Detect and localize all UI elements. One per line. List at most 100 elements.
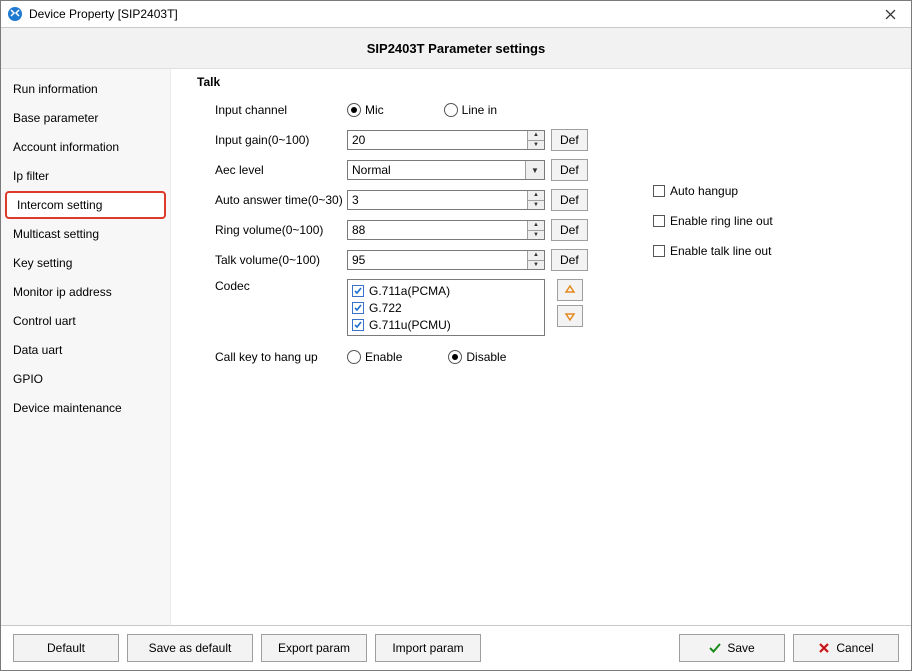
checkbox-auto-hangup[interactable]: Auto hangup bbox=[653, 176, 738, 206]
default-button[interactable]: Default bbox=[13, 634, 119, 662]
close-icon bbox=[818, 642, 830, 654]
spin-down-icon[interactable]: ▼ bbox=[528, 231, 544, 240]
sidebar-item-account-information[interactable]: Account information bbox=[1, 133, 170, 161]
sidebar-item-monitor-ip-address[interactable]: Monitor ip address bbox=[1, 278, 170, 306]
radio-label: Disable bbox=[466, 350, 506, 364]
ring-volume-field[interactable] bbox=[348, 221, 527, 239]
sidebar-item-label: Monitor ip address bbox=[13, 285, 112, 299]
row-input-gain: Input gain(0~100) ▲▼ Def bbox=[197, 125, 897, 155]
spin-up-icon[interactable]: ▲ bbox=[528, 221, 544, 231]
arrow-down-icon bbox=[564, 310, 576, 322]
checkbox-icon bbox=[653, 185, 665, 197]
sidebar-item-key-setting[interactable]: Key setting bbox=[1, 249, 170, 277]
checkbox-icon bbox=[653, 215, 665, 227]
sidebar-item-label: Device maintenance bbox=[13, 401, 122, 415]
talk-volume-field[interactable] bbox=[348, 251, 527, 269]
def-button-aec-level[interactable]: Def bbox=[551, 159, 588, 181]
checkbox-enable-ring-line-out[interactable]: Enable ring line out bbox=[653, 206, 773, 236]
radio-input-channel-mic[interactable]: Mic bbox=[347, 103, 384, 117]
save-as-default-button[interactable]: Save as default bbox=[127, 634, 253, 662]
radio-unselected-icon bbox=[347, 350, 361, 364]
row-auto-answer-time: Auto answer time(0~30) ▲▼ Def Auto hangu… bbox=[197, 185, 897, 215]
radio-input-channel-linein[interactable]: Line in bbox=[444, 103, 497, 117]
sidebar-item-control-uart[interactable]: Control uart bbox=[1, 307, 170, 335]
sidebar-item-label: GPIO bbox=[13, 372, 43, 386]
codec-item[interactable]: G.722 bbox=[348, 299, 544, 316]
checkbox-label: Enable talk line out bbox=[670, 244, 771, 258]
sidebar-item-label: Intercom setting bbox=[17, 198, 102, 212]
auto-answer-time-field[interactable] bbox=[348, 191, 527, 209]
talk-volume-spinner[interactable]: ▲▼ bbox=[347, 250, 545, 270]
spin-buttons[interactable]: ▲▼ bbox=[527, 131, 544, 149]
close-button[interactable] bbox=[869, 1, 911, 27]
codec-item-label: G.722 bbox=[369, 301, 402, 315]
cancel-button[interactable]: Cancel bbox=[793, 634, 899, 662]
sidebar: Run information Base parameter Account i… bbox=[1, 69, 171, 625]
codec-item-label: G.711a(PCMA) bbox=[369, 284, 450, 298]
label-aec-level: Aec level bbox=[197, 163, 347, 177]
spin-down-icon[interactable]: ▼ bbox=[528, 201, 544, 210]
def-button-input-gain[interactable]: Def bbox=[551, 129, 588, 151]
sidebar-item-device-maintenance[interactable]: Device maintenance bbox=[1, 394, 170, 422]
sidebar-item-label: Data uart bbox=[13, 343, 62, 357]
checkbox-label: Auto hangup bbox=[670, 184, 738, 198]
spin-down-icon[interactable]: ▼ bbox=[528, 141, 544, 150]
spin-up-icon[interactable]: ▲ bbox=[528, 131, 544, 141]
sidebar-item-intercom-setting[interactable]: Intercom setting bbox=[5, 191, 166, 219]
radio-label: Line in bbox=[462, 103, 497, 117]
aec-level-field[interactable] bbox=[348, 161, 525, 179]
button-label: Save bbox=[727, 641, 754, 655]
def-button-auto-answer-time[interactable]: Def bbox=[551, 189, 588, 211]
chevron-down-icon[interactable]: ▼ bbox=[525, 161, 544, 179]
def-button-talk-volume[interactable]: Def bbox=[551, 249, 588, 271]
button-label: Cancel bbox=[836, 641, 873, 655]
save-button[interactable]: Save bbox=[679, 634, 785, 662]
input-gain-spinner[interactable]: ▲▼ bbox=[347, 130, 545, 150]
checkbox-icon bbox=[653, 245, 665, 257]
sidebar-item-label: Multicast setting bbox=[13, 227, 99, 241]
auto-answer-time-spinner[interactable]: ▲▼ bbox=[347, 190, 545, 210]
sidebar-item-data-uart[interactable]: Data uart bbox=[1, 336, 170, 364]
button-label: Default bbox=[47, 641, 85, 655]
sidebar-item-base-parameter[interactable]: Base parameter bbox=[1, 104, 170, 132]
spin-buttons[interactable]: ▲▼ bbox=[527, 191, 544, 209]
checkbox-icon bbox=[352, 302, 364, 314]
aec-level-combobox[interactable]: ▼ bbox=[347, 160, 545, 180]
codec-move-down-button[interactable] bbox=[557, 305, 583, 327]
sidebar-item-label: Run information bbox=[13, 82, 98, 96]
def-button-ring-volume[interactable]: Def bbox=[551, 219, 588, 241]
sidebar-item-label: Ip filter bbox=[13, 169, 49, 183]
radio-call-key-enable[interactable]: Enable bbox=[347, 350, 402, 364]
codec-move-up-button[interactable] bbox=[557, 279, 583, 301]
sidebar-item-run-information[interactable]: Run information bbox=[1, 75, 170, 103]
label-input-gain: Input gain(0~100) bbox=[197, 133, 347, 147]
spin-down-icon[interactable]: ▼ bbox=[528, 261, 544, 270]
codec-item[interactable]: G.711a(PCMA) bbox=[348, 282, 544, 299]
sidebar-item-ip-filter[interactable]: Ip filter bbox=[1, 162, 170, 190]
sidebar-item-gpio[interactable]: GPIO bbox=[1, 365, 170, 393]
radio-call-key-disable[interactable]: Disable bbox=[448, 350, 506, 364]
body: Run information Base parameter Account i… bbox=[1, 69, 911, 625]
check-icon bbox=[709, 642, 721, 654]
spin-buttons[interactable]: ▲▼ bbox=[527, 251, 544, 269]
codec-item-label: G.711u(PCMU) bbox=[369, 318, 451, 332]
button-label: Import param bbox=[392, 641, 463, 655]
import-param-button[interactable]: Import param bbox=[375, 634, 481, 662]
codec-item[interactable]: G.711u(PCMU) bbox=[348, 316, 544, 333]
ring-volume-spinner[interactable]: ▲▼ bbox=[347, 220, 545, 240]
export-param-button[interactable]: Export param bbox=[261, 634, 367, 662]
spin-buttons[interactable]: ▲▼ bbox=[527, 221, 544, 239]
label-auto-answer-time: Auto answer time(0~30) bbox=[197, 193, 347, 207]
spin-up-icon[interactable]: ▲ bbox=[528, 191, 544, 201]
spin-up-icon[interactable]: ▲ bbox=[528, 251, 544, 261]
codec-listbox[interactable]: G.711a(PCMA) G.722 G.711u(PCMU) bbox=[347, 279, 545, 336]
button-label: Export param bbox=[278, 641, 350, 655]
row-call-key-hangup: Call key to hang up Enable Disable bbox=[197, 342, 897, 372]
sidebar-item-label: Account information bbox=[13, 140, 119, 154]
arrow-up-icon bbox=[564, 284, 576, 296]
input-gain-field[interactable] bbox=[348, 131, 527, 149]
sidebar-item-label: Key setting bbox=[13, 256, 72, 270]
sidebar-item-multicast-setting[interactable]: Multicast setting bbox=[1, 220, 170, 248]
checkbox-enable-talk-line-out[interactable]: Enable talk line out bbox=[653, 236, 771, 266]
right-option-group: Enable ring line out bbox=[653, 206, 773, 236]
